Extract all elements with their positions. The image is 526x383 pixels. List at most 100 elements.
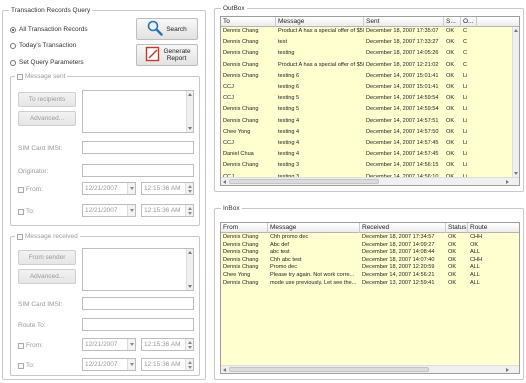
sent-from-checkbox[interactable] [18, 186, 24, 193]
received-from-date[interactable]: 12/21/2007 [82, 338, 136, 351]
inbox-table[interactable]: From Message Received Status Route Denni… [220, 222, 520, 374]
message-received-toggle[interactable]: Message received [15, 232, 80, 241]
from-sender-button[interactable]: From sender [18, 250, 76, 265]
radio-dot[interactable] [10, 59, 16, 66]
outbox-row[interactable]: CCJ testing 5 December 14, 2007 14:59:54 OK… [221, 95, 519, 102]
inbox-cell-status: OK [448, 279, 457, 286]
recipients-scrollbar[interactable] [186, 91, 193, 132]
sent-to-date[interactable]: 12/21/2007 [82, 204, 136, 217]
inbox-row[interactable]: Dennis Chang Abc def December 18, 2007 14:… [221, 242, 519, 249]
received-sim-input[interactable] [82, 297, 194, 310]
received-to-toggle[interactable]: To: [18, 362, 35, 369]
inbox-row[interactable]: Dennis Chang mode use previously. Let see… [221, 280, 519, 287]
to-recipients-button[interactable]: To recipients [18, 92, 76, 107]
outbox-row[interactable]: CCJ testing 4 December 14, 2007 14:57:45 OK… [221, 140, 519, 147]
outbox-col-other[interactable]: O... [461, 17, 477, 27]
sent-from-date[interactable]: 12/21/2007 [82, 182, 136, 195]
radio-all-records-label: All Transaction Records [19, 26, 88, 33]
outbox-row[interactable]: Dennis Chang test December 18, 2007 17:33:… [221, 39, 519, 46]
inbox-cell-message: Chh promo dec [270, 234, 309, 240]
received-from-toggle[interactable]: From: [18, 342, 43, 349]
outbox-cell-status: OK [446, 140, 455, 146]
sent-from-time[interactable]: 12:15:36 AM [141, 182, 194, 195]
outbox-cell-sent: December 14, 2007 14:57:50 [366, 128, 439, 135]
received-to-checkbox[interactable] [18, 362, 24, 369]
inbox-cell-received: December 18, 2007 14:07:40 [362, 256, 435, 263]
inbox-row[interactable]: Chee Yong Please try again. Not work corr… [221, 272, 519, 279]
received-advanced-button[interactable]: Advanced... [18, 269, 76, 284]
inbox-col-received[interactable]: Received [360, 223, 446, 233]
outbox-col-status[interactable]: S... [444, 17, 461, 27]
senders-scrollbar[interactable] [186, 249, 193, 290]
outbox-row[interactable]: Dennis Chang testing December 18, 2007 14:… [221, 50, 519, 57]
outbox-row[interactable]: Dennis Chang testing 5 December 14, 2007 1… [221, 106, 519, 113]
received-from-checkbox[interactable] [18, 342, 24, 349]
report-icon [145, 46, 161, 64]
outbox-row[interactable]: Chee Yong testing 4 December 14, 2007 14:5… [221, 129, 519, 136]
outbox-cell-message: test [278, 39, 288, 46]
search-button[interactable]: Search [136, 18, 198, 40]
outbox-col-sent[interactable]: Sent [364, 17, 444, 27]
radio-dot-selected[interactable] [10, 26, 16, 33]
from-sender-label: From sender [28, 254, 66, 261]
sent-advanced-button[interactable]: Advanced... [18, 111, 76, 126]
sent-to-checkbox[interactable] [18, 208, 24, 215]
senders-textarea[interactable] [82, 248, 194, 291]
outbox-row[interactable]: CCJ testing 6 December 14, 2007 15:01:41 OK… [221, 84, 519, 91]
generate-report-button[interactable]: Generate Report [136, 44, 198, 66]
route-to-input[interactable] [82, 318, 194, 331]
outbox-col-message[interactable]: Message [276, 17, 364, 27]
sent-sim-input[interactable] [82, 141, 194, 154]
sent-to-label: To: [26, 208, 35, 215]
outbox-row[interactable]: Dennis Chang testing 6 December 14, 2007 1… [221, 73, 519, 80]
received-advanced-label: Advanced... [29, 273, 65, 280]
outbox-col-to[interactable]: To [221, 17, 276, 27]
radio-set-params[interactable]: Set Query Parameters [10, 59, 84, 66]
outbox-row[interactable]: Dennis Chang testing 3 December 14, 2007 1… [221, 162, 519, 169]
outbox-cell-sent: December 14, 2007 14:59:54 [366, 106, 439, 113]
inbox-col-status[interactable]: Status [446, 223, 468, 233]
outbox-cell-sent: December 14, 2007 14:57:45 [366, 151, 439, 158]
inbox-row[interactable]: Dennis Chang abc test December 18, 2007 14… [221, 249, 519, 256]
recipients-textarea[interactable] [82, 90, 194, 133]
radio-dot[interactable] [10, 42, 16, 49]
inbox-hscroll[interactable] [221, 365, 519, 373]
received-from-time[interactable]: 12:15:36 AM [141, 338, 194, 351]
inbox-row[interactable]: Dennis Chang Chh abc test December 18, 200… [221, 257, 519, 264]
outbox-cell-message: testing 6 [278, 72, 300, 79]
message-sent-toggle[interactable]: Message sent [15, 72, 68, 81]
outbox-row[interactable]: Dennis Chang testing 4 December 14, 2007 1… [221, 118, 519, 125]
inbox-col-message[interactable]: Message [268, 223, 360, 233]
outbox-cell-to: Dennis Chang [223, 106, 259, 113]
outbox-cell-sent: December 14, 2007 15:01:41 [366, 84, 439, 90]
outbox-vscroll[interactable] [512, 27, 519, 177]
message-sent-checkbox[interactable] [17, 73, 23, 80]
inbox-cell-route: ALL [470, 272, 480, 278]
outbox-hscroll[interactable] [221, 177, 519, 185]
sent-to-time[interactable]: 12:15:36 AM [141, 204, 194, 217]
inbox-col-route[interactable]: Route [468, 223, 519, 233]
received-to-time[interactable]: 12:15:36 AM [141, 358, 194, 371]
message-received-checkbox[interactable] [17, 233, 23, 240]
received-to-date[interactable]: 12/21/2007 [82, 358, 136, 371]
sent-from-toggle[interactable]: From: [18, 186, 43, 193]
radio-today[interactable]: Today's Transaction [10, 42, 76, 49]
outbox-row[interactable]: Dennis Chang Product A has a special offe… [221, 28, 519, 35]
outbox-row[interactable]: Daniel Chua testing 4 December 14, 2007 14… [221, 151, 519, 158]
inbox-col-from[interactable]: From [221, 223, 268, 233]
sent-to-toggle[interactable]: To: [18, 208, 35, 215]
to-recipients-label: To recipients [28, 96, 66, 103]
sent-from-date-value: 12/21/2007 [85, 185, 118, 192]
originator-input[interactable] [82, 164, 194, 177]
received-to-time-value: 12:15:36 AM [144, 361, 181, 368]
outbox-row[interactable]: Dennis Chang Product A has a special offe… [221, 62, 519, 69]
outbox-cell-message: Product A has a special offer of $50 ... [278, 28, 364, 34]
outbox-cell-message: testing 4 [278, 151, 300, 158]
inbox-row[interactable]: Dennis Chang Chh promo dec December 18, 20… [221, 234, 519, 241]
outbox-table[interactable]: To Message Sent S... O... Dennis Chang Pr… [220, 16, 520, 186]
received-sim-label: SIM Card IMSI: [18, 301, 63, 308]
inbox-row[interactable]: Dennis Chang Promo dec December 18, 2007 1… [221, 264, 519, 271]
radio-all-records[interactable]: All Transaction Records [10, 26, 88, 33]
inbox-header: From Message Received Status Route [221, 223, 519, 233]
outbox-cell-status: OK [446, 72, 455, 79]
